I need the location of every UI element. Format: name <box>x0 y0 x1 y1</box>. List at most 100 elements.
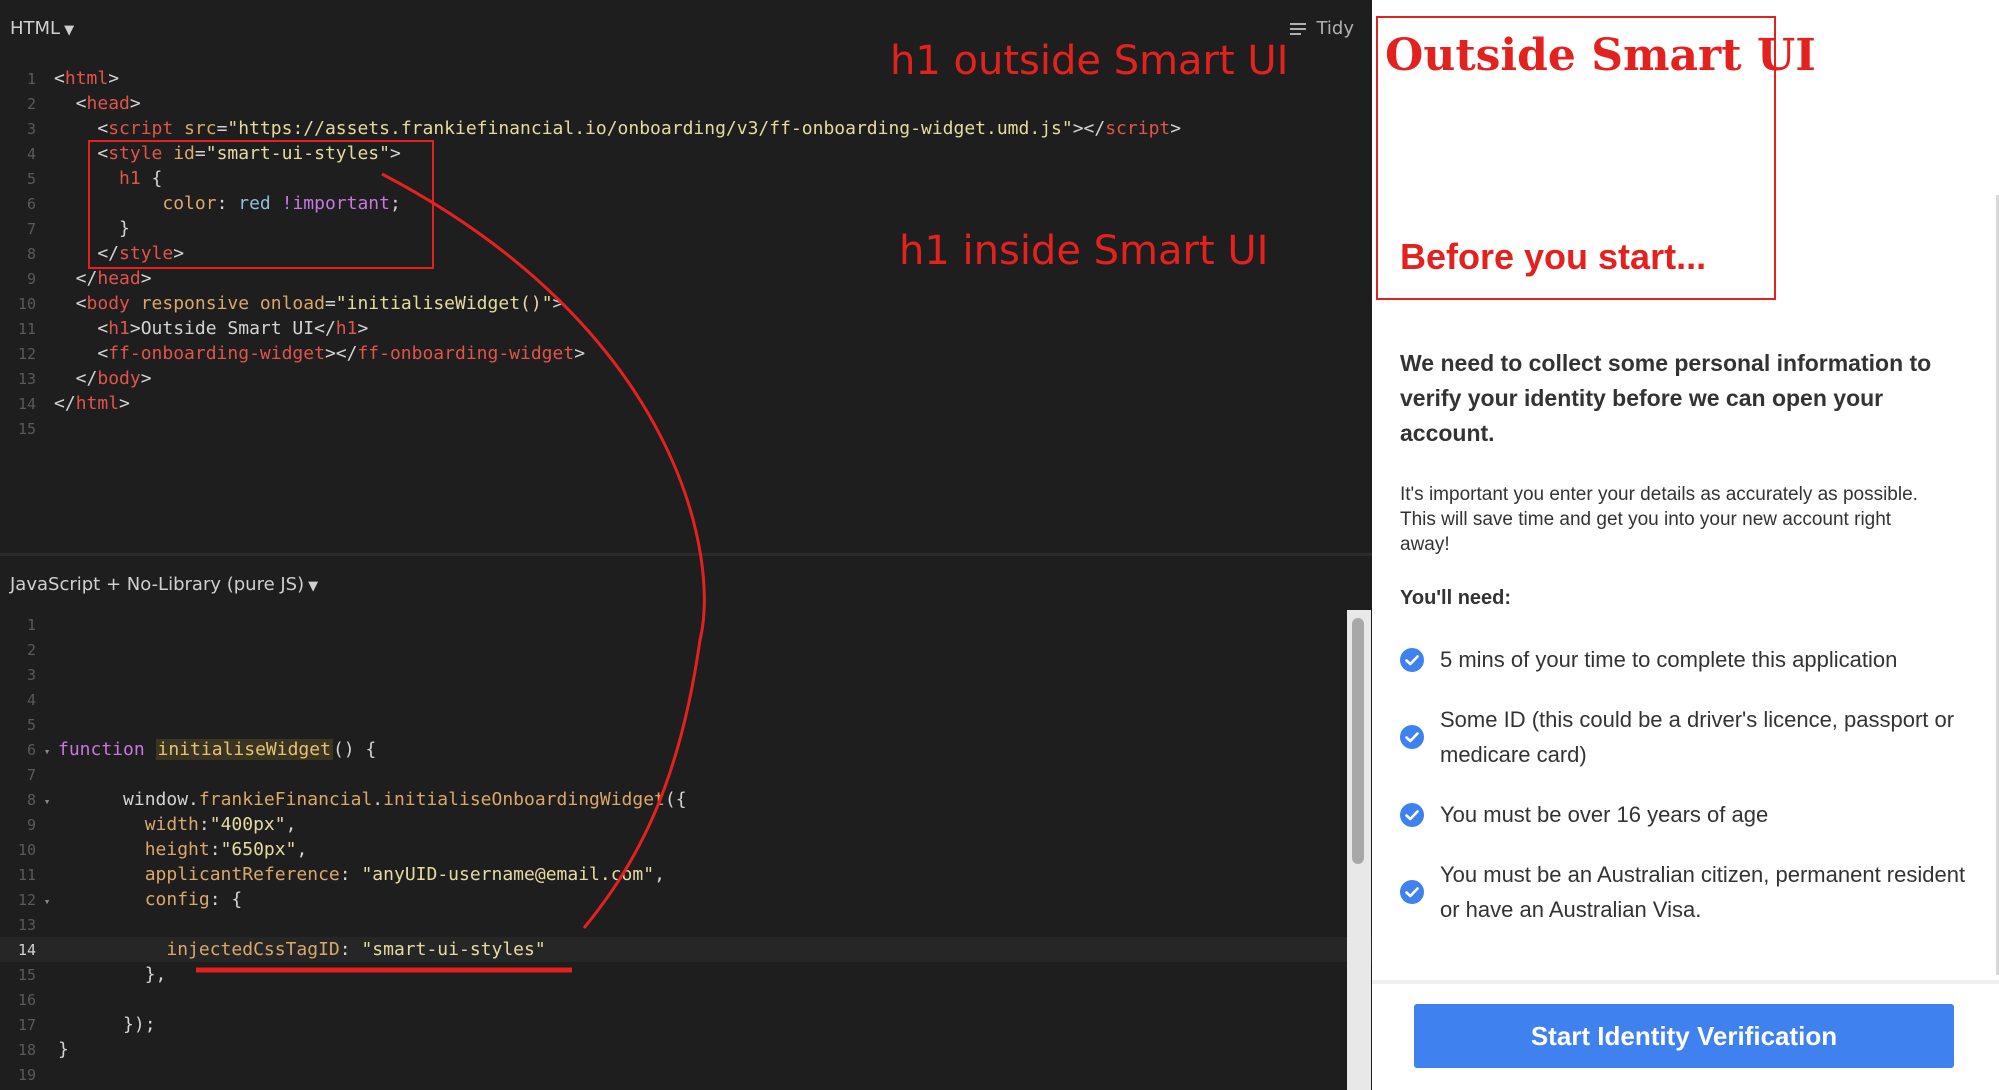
code-token: height <box>144 839 210 860</box>
list-item: 5 mins of your time to complete this app… <box>1400 642 1980 677</box>
code-token: body <box>97 368 141 389</box>
code-token: > <box>140 368 152 389</box>
list-item-text: You must be over 16 years of age <box>1440 802 1769 827</box>
code-token: . <box>372 789 384 810</box>
code-line[interactable]: 10 <body responsive onload="initialiseWi… <box>0 291 1372 316</box>
code-token: ></ <box>1072 118 1106 139</box>
code-line[interactable]: 4 <box>0 687 1372 712</box>
code-line[interactable]: 15 }, <box>0 962 1372 987</box>
code-token: < <box>54 293 87 314</box>
list-item-text: Some ID (this could be a driver's licenc… <box>1440 707 1955 767</box>
code-token: "anyUID-username@email.com" <box>361 864 655 885</box>
code-line[interactable]: 13 <box>0 912 1372 937</box>
code-line[interactable]: 8 ▾ window.frankieFinancial.initialiseOnb… <box>0 787 1372 812</box>
line-number: 12 <box>17 891 36 909</box>
line-number: 13 <box>17 370 36 388</box>
line-number: 9 <box>26 270 36 288</box>
code-line[interactable]: 9 width:"400px", <box>0 812 1372 837</box>
html-pane-title[interactable]: HTML ▼ <box>10 18 74 39</box>
code-token: script <box>108 118 174 139</box>
code-token: config <box>144 889 210 910</box>
line-number: 14 <box>17 941 36 959</box>
html-pane: HTML ▼ Tidy 1 <html> 2 <head> 3 <script src=… <box>0 0 1372 553</box>
line-number: 6 <box>26 741 36 759</box>
code-token: html <box>75 393 120 414</box>
code-line[interactable]: 13 </body> <box>0 366 1372 391</box>
widget-body-text: It's important you enter your details as… <box>1400 484 1918 555</box>
list-item: Some ID (this could be a driver's licenc… <box>1400 702 1980 772</box>
code-line[interactable]: 18} <box>0 1037 1372 1062</box>
tidy-button[interactable]: Tidy <box>1290 18 1354 39</box>
line-number: 4 <box>26 691 36 709</box>
code-token: "https://assets.frankiefinancial.io/onbo… <box>227 118 1073 139</box>
code-line[interactable]: 12 <ff-onboarding-widget></ff-onboarding… <box>0 341 1372 366</box>
line-number: 10 <box>17 841 36 859</box>
code-line[interactable]: 5 <box>0 712 1372 737</box>
code-line[interactable]: 17 }); <box>0 1012 1372 1037</box>
code-token: src <box>173 118 217 139</box>
code-token: = <box>216 118 228 139</box>
annotation-outside-label: h1 outside Smart UI <box>890 38 1289 84</box>
code-token: : <box>339 939 362 960</box>
code-line[interactable]: 14 </html> <box>0 391 1372 416</box>
code-line[interactable]: 11 <h1>Outside Smart UI</h1> <box>0 316 1372 341</box>
requirements-list: 5 mins of your time to complete this app… <box>1400 642 1980 952</box>
code-token: "650px" <box>220 839 297 860</box>
code-token: , <box>285 814 297 835</box>
code-line[interactable]: 1 <box>0 612 1372 637</box>
code-line[interactable]: 19 <box>0 1062 1372 1087</box>
line-number: 7 <box>26 766 36 784</box>
code-token: : <box>209 839 221 860</box>
fold-toggle-icon[interactable]: ▾ <box>36 789 58 814</box>
code-line[interactable]: 10 height:"650px", <box>0 837 1372 862</box>
line-number: 10 <box>17 295 36 313</box>
start-identity-verification-button[interactable]: Start Identity Verification <box>1414 1004 1954 1068</box>
code-token: "initialiseWidget()" <box>335 293 553 314</box>
code-token: >Outside Smart UI</ <box>129 318 336 339</box>
code-line[interactable]: 6 ▾ function initialiseWidget() { <box>0 737 1372 762</box>
style-block-highlight <box>88 140 434 269</box>
code-token: head <box>97 268 141 289</box>
check-circle-icon <box>1400 725 1424 749</box>
line-number: 15 <box>17 966 36 984</box>
code-token: initialiseOnboardingWidget <box>383 789 665 810</box>
code-line[interactable]: 7 <box>0 762 1372 787</box>
line-number: 1 <box>26 616 36 634</box>
code-token: > <box>1170 118 1182 139</box>
js-code-area[interactable]: 1 2 3 4 5 6 ▾ function initialiseWidget() {7 8 ▾ … <box>0 612 1372 1087</box>
fold-toggle-icon[interactable]: ▾ <box>36 889 58 914</box>
line-number: 4 <box>26 145 36 163</box>
line-number: 18 <box>17 1041 36 1059</box>
list-item: You must be an Australian citizen, perma… <box>1400 857 1980 927</box>
code-line[interactable]: 14 injectedCssTagID: "smart-ui-styles" <box>0 937 1372 962</box>
code-editor: HTML ▼ Tidy 1 <html> 2 <head> 3 <script src=… <box>0 0 1372 1090</box>
code-line[interactable]: 2 <box>0 637 1372 662</box>
dropdown-caret-icon[interactable]: ▼ <box>64 23 74 38</box>
code-token: : <box>339 864 362 885</box>
code-line[interactable]: 15 <box>0 416 1372 441</box>
code-token: </ <box>54 393 76 414</box>
code-line[interactable]: 3 <script src="https://assets.frankiefin… <box>0 116 1372 141</box>
check-circle-icon <box>1400 647 1424 672</box>
code-line[interactable]: 16 <box>0 987 1372 1012</box>
js-scrollbar-thumb[interactable] <box>1352 618 1364 864</box>
code-line[interactable]: 12 ▾ config: { <box>0 887 1372 912</box>
code-line[interactable]: 3 <box>0 662 1372 687</box>
list-item-text: You must be an Australian citizen, perma… <box>1440 862 1966 922</box>
fold-toggle-icon[interactable]: ▾ <box>36 739 58 764</box>
code-token: ff-onboarding-widget <box>108 343 325 364</box>
dropdown-caret-icon[interactable]: ▼ <box>308 579 318 594</box>
code-line[interactable]: 2 <head> <box>0 91 1372 116</box>
code-token: > <box>140 268 152 289</box>
widget-need-label: You'll need: <box>1400 587 1512 609</box>
line-number: 8 <box>26 245 36 263</box>
js-pane-title[interactable]: JavaScript + No-Library (pure JS) ▼ <box>10 574 318 595</box>
line-number: 13 <box>17 916 36 934</box>
code-line[interactable]: 11 applicantReference: "anyUID-username@… <box>0 862 1372 887</box>
code-token: < <box>54 68 65 89</box>
code-token: html <box>64 68 109 89</box>
code-token: injectedCssTagID <box>166 939 340 960</box>
